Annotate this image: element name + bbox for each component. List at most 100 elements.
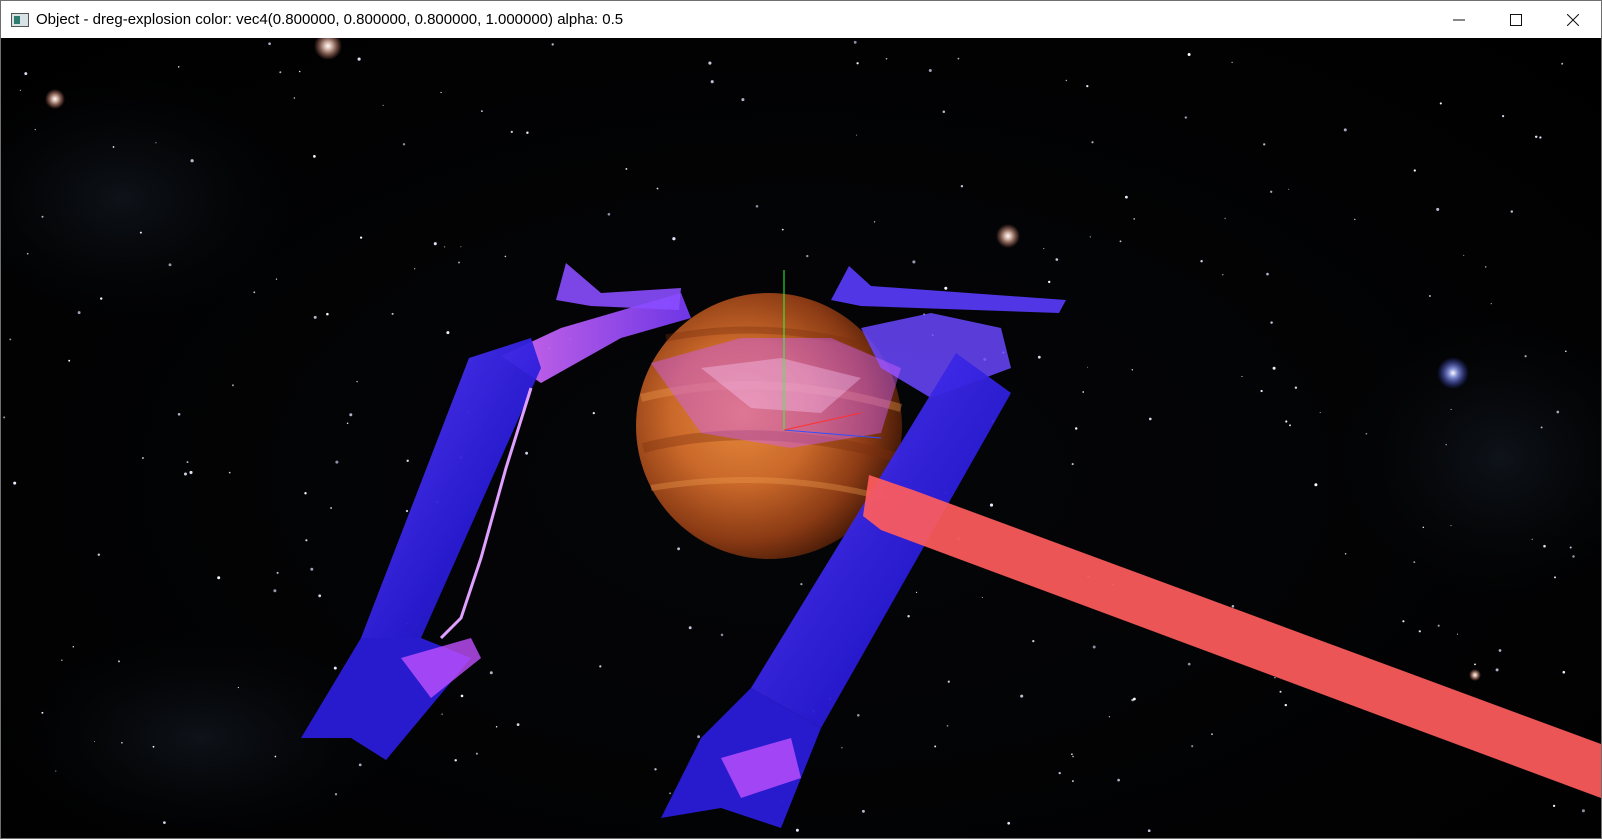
star: [710, 80, 714, 84]
star: [402, 143, 406, 146]
star: [1124, 195, 1128, 199]
star: [444, 246, 446, 248]
star: [1581, 809, 1585, 813]
star: [446, 331, 450, 335]
star: [274, 755, 277, 758]
maximize-button[interactable]: [1487, 1, 1544, 38]
ship-wing-left: [556, 263, 681, 310]
star: [1055, 258, 1059, 261]
star: [1270, 321, 1273, 324]
star: [335, 460, 339, 464]
star: [1540, 426, 1543, 429]
star: [1147, 829, 1151, 833]
star: [391, 312, 394, 315]
star: [168, 263, 172, 267]
star: [856, 62, 859, 65]
title-bar[interactable]: Object - dreg-explosion color: vec4(0.80…: [1, 1, 1601, 38]
star: [1572, 555, 1575, 558]
star: [97, 553, 101, 556]
star: [1133, 697, 1136, 701]
star: [1456, 633, 1459, 635]
star: [1032, 639, 1035, 643]
star: [1289, 424, 1291, 427]
star: [1534, 135, 1538, 139]
star: [55, 770, 57, 772]
star: [41, 711, 44, 714]
star: [1561, 62, 1564, 65]
star: [359, 236, 363, 239]
star: [1562, 670, 1566, 674]
star: [1091, 141, 1094, 144]
window-title: Object - dreg-explosion color: vec4(0.80…: [36, 11, 624, 28]
star: [1087, 366, 1089, 368]
star: [454, 759, 457, 762]
bright-star: [45, 89, 65, 109]
star: [177, 413, 181, 416]
star: [1314, 483, 1318, 487]
star: [186, 461, 189, 464]
star: [334, 793, 338, 796]
star: [13, 481, 17, 485]
star: [118, 660, 120, 663]
star: [1071, 463, 1074, 466]
star: [298, 70, 301, 73]
star: [1474, 663, 1476, 666]
star: [1436, 207, 1440, 211]
star: [304, 491, 307, 495]
star: [112, 146, 115, 148]
star: [460, 246, 462, 248]
star: [934, 745, 937, 748]
star: [1231, 61, 1233, 64]
star: [1564, 350, 1567, 353]
application-window-icon[interactable]: [11, 12, 29, 27]
star: [1072, 755, 1074, 758]
star: [24, 72, 28, 76]
star: [1439, 102, 1442, 105]
star: [333, 666, 337, 670]
star: [68, 359, 71, 362]
window-controls: [1430, 1, 1601, 38]
star: [708, 61, 712, 65]
star: [346, 422, 349, 424]
close-button[interactable]: [1544, 1, 1601, 38]
star: [946, 725, 949, 727]
star: [1241, 375, 1243, 378]
star: [275, 278, 278, 280]
star: [141, 457, 144, 459]
star: [1119, 240, 1122, 243]
star: [1117, 778, 1120, 782]
star: [1365, 432, 1368, 435]
star: [795, 828, 799, 832]
star: [1007, 821, 1011, 825]
star: [460, 694, 464, 698]
star: [1187, 53, 1191, 56]
star: [873, 221, 876, 223]
star: [957, 57, 960, 60]
star: [382, 104, 384, 106]
minimize-button[interactable]: [1430, 1, 1487, 38]
star: [885, 57, 888, 60]
star: [1037, 355, 1041, 359]
render-viewport[interactable]: [1, 38, 1601, 838]
star: [1437, 624, 1440, 627]
star: [1539, 136, 1542, 139]
star: [184, 472, 187, 476]
star: [1502, 115, 1505, 118]
star: [1270, 190, 1273, 193]
star: [3, 416, 6, 419]
nebula-cloud: [1321, 298, 1601, 618]
star: [599, 665, 602, 668]
star: [489, 671, 493, 675]
star: [525, 451, 529, 455]
star: [907, 614, 910, 618]
star: [163, 821, 166, 824]
bright-star: [1437, 357, 1469, 389]
star: [1266, 272, 1269, 276]
star: [1543, 544, 1546, 548]
star: [1285, 420, 1288, 423]
ship-wing-right: [831, 266, 1066, 313]
star: [1294, 386, 1298, 389]
star: [916, 591, 918, 593]
star: [1498, 649, 1502, 652]
star: [841, 747, 843, 749]
